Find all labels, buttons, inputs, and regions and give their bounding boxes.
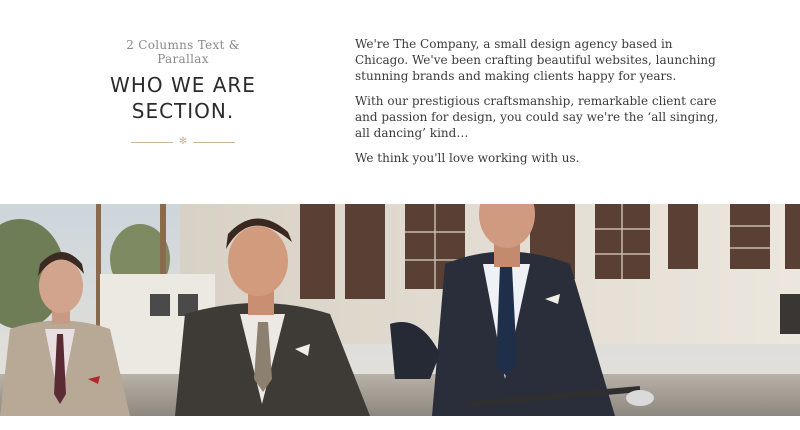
section-heading-block: 2 Columns Text & Parallax WHO WE ARE SEC…: [100, 38, 266, 148]
body-paragraph-1: We're The Company, a small design agency…: [355, 37, 716, 83]
divider-rule-right: [193, 142, 235, 143]
section-headline: WHO WE ARE SECTION.: [100, 72, 266, 124]
who-we-are-section: 2 Columns Text & Parallax WHO WE ARE SEC…: [0, 0, 800, 204]
body-paragraph-3: We think you'll love working with us.: [355, 151, 580, 165]
parallax-hero-image: [0, 204, 800, 416]
headline-line-1: WHO WE ARE: [110, 73, 256, 97]
ornamental-divider: ✻: [131, 136, 235, 148]
body-paragraph-2: With our prestigious craftsmanship, rema…: [355, 94, 719, 140]
snowflake-ornament-icon: ✻: [178, 136, 188, 147]
divider-rule-left: [131, 142, 173, 143]
section-body-text: We're The Company, a small design agency…: [355, 36, 725, 175]
photo-three-men-on-bikes-icon: [0, 204, 800, 416]
section-eyebrow: 2 Columns Text & Parallax: [126, 38, 240, 66]
headline-line-2: SECTION.: [131, 99, 235, 123]
